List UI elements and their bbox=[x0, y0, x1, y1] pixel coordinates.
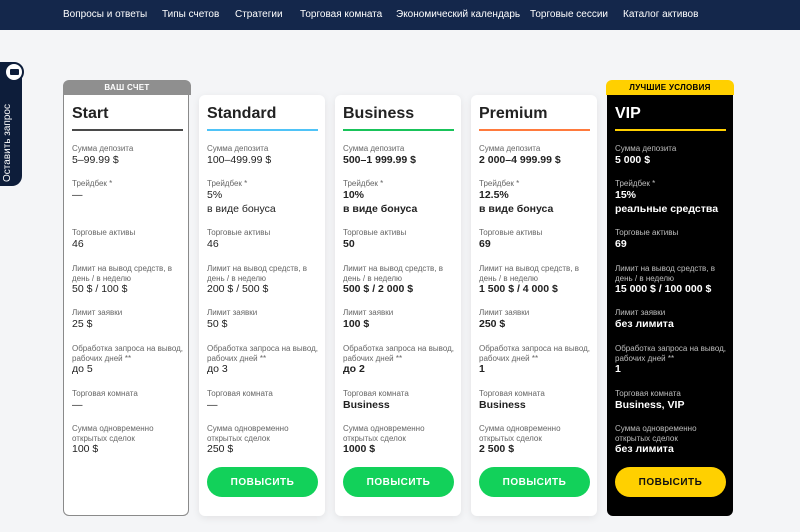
open-trades-value: без лимита bbox=[615, 443, 674, 455]
order-value: 100 $ bbox=[343, 318, 370, 330]
upgrade-button-vip[interactable]: ПОВЫСИТЬ bbox=[615, 467, 726, 497]
processing-label: Обработка запроса на вывод, рабочих дней… bbox=[343, 344, 455, 363]
withdraw-value: 50 $ / 100 $ bbox=[72, 283, 128, 295]
withdraw-label: Лимит на вывод средств, в день / в недел… bbox=[615, 264, 715, 283]
plan-divider bbox=[72, 129, 183, 131]
plan-title: Standard bbox=[207, 105, 277, 122]
plan-divider bbox=[479, 129, 590, 131]
plan-title: Premium bbox=[479, 105, 548, 122]
plan-card-vip: VIP Сумма депозита 5 000 $ Трейдбек * 15… bbox=[607, 95, 733, 516]
withdraw-value: 1 500 $ / 4 000 $ bbox=[479, 283, 558, 295]
assets-value: 69 bbox=[615, 238, 627, 250]
nav-asset-catalog[interactable]: Каталог активов bbox=[623, 9, 698, 20]
room-value: — bbox=[207, 399, 218, 411]
processing-value: до 2 bbox=[343, 363, 365, 375]
deposit-value: 2 000–4 999.99 $ bbox=[479, 154, 561, 166]
your-account-ribbon: ВАШ СЧЕТ bbox=[63, 80, 191, 95]
order-value: без лимита bbox=[615, 318, 674, 330]
tradeback-type: реальные средства bbox=[615, 203, 719, 215]
withdraw-value: 200 $ / 500 $ bbox=[207, 283, 269, 295]
processing-value: 1 bbox=[615, 363, 621, 375]
nav-account-types[interactable]: Типы счетов bbox=[162, 9, 219, 20]
withdraw-label: Лимит на вывод средств, в день / в недел… bbox=[479, 264, 579, 283]
withdraw-label: Лимит на вывод средств, в день / в недел… bbox=[72, 264, 172, 283]
tradeback-value: — bbox=[72, 189, 83, 201]
order-value: 50 $ bbox=[207, 318, 228, 330]
tradeback-value: 10% bbox=[343, 189, 365, 201]
processing-label: Обработка запроса на вывод, рабочих дней… bbox=[207, 344, 319, 363]
plan-divider bbox=[207, 129, 318, 131]
processing-value: до 5 bbox=[72, 363, 93, 375]
nav-trading-room[interactable]: Торговая комната bbox=[300, 9, 382, 20]
room-value: Business bbox=[479, 399, 526, 411]
processing-value: до 3 bbox=[207, 363, 228, 375]
best-conditions-ribbon: ЛУЧШИЕ УСЛОВИЯ bbox=[606, 80, 734, 95]
withdraw-label: Лимит на вывод средств, в день / в недел… bbox=[207, 264, 307, 283]
processing-value: 1 bbox=[479, 363, 485, 375]
room-value: — bbox=[72, 399, 83, 411]
plan-title: VIP bbox=[615, 105, 641, 122]
open-trades-value: 250 $ bbox=[207, 443, 234, 455]
processing-label: Обработка запроса на вывод, рабочих дней… bbox=[72, 344, 184, 363]
processing-label: Обработка запроса на вывод, рабочих дней… bbox=[479, 344, 591, 363]
open-trades-label: Сумма одновременно открытых сделок bbox=[207, 424, 289, 443]
nav-economic-calendar[interactable]: Экономический календарь bbox=[396, 9, 520, 20]
plan-title: Business bbox=[343, 105, 415, 122]
assets-value: 46 bbox=[72, 238, 84, 250]
tradeback-type: в виде бонуса bbox=[207, 203, 276, 215]
deposit-value: 5 000 $ bbox=[615, 154, 651, 166]
plan-divider bbox=[343, 129, 454, 131]
tradeback-value: 12.5% bbox=[479, 189, 509, 201]
order-value: 250 $ bbox=[479, 318, 506, 330]
open-trades-value: 2 500 $ bbox=[479, 443, 515, 455]
open-trades-value: 1000 $ bbox=[343, 443, 376, 455]
open-trades-label: Сумма одновременно открытых сделок bbox=[343, 424, 425, 443]
open-trades-value: 100 $ bbox=[72, 443, 99, 455]
nav-strategies[interactable]: Стратегии bbox=[235, 9, 283, 20]
plan-divider bbox=[615, 129, 726, 131]
withdraw-value: 500 $ / 2 000 $ bbox=[343, 283, 414, 295]
nav-trading-sessions[interactable]: Торговые сессии bbox=[530, 9, 608, 20]
plan-card-business: Business Сумма депозита 500–1 999.99 $ Т… bbox=[335, 95, 461, 516]
assets-value: 46 bbox=[207, 238, 219, 250]
open-trades-label: Сумма одновременно открытых сделок bbox=[615, 424, 697, 443]
processing-label: Обработка запроса на вывод, рабочих дней… bbox=[615, 344, 727, 363]
withdraw-label: Лимит на вывод средств, в день / в недел… bbox=[343, 264, 443, 283]
deposit-value: 500–1 999.99 $ bbox=[343, 154, 416, 166]
plan-card-standard: Standard Сумма депозита 100–499.99 $ Тре… bbox=[199, 95, 325, 516]
mail-icon[interactable] bbox=[4, 62, 24, 82]
withdraw-value: 15 000 $ / 100 000 $ bbox=[615, 283, 712, 295]
leave-request-label: Оставить запрос bbox=[2, 104, 13, 182]
plan-title: Start bbox=[72, 105, 109, 122]
open-trades-label: Сумма одновременно открытых сделок bbox=[72, 424, 154, 443]
assets-value: 69 bbox=[479, 238, 491, 250]
plan-card-premium: Premium Сумма депозита 2 000–4 999.99 $ … bbox=[471, 95, 597, 516]
upgrade-button-standard[interactable]: ПОВЫСИТЬ bbox=[207, 467, 318, 497]
room-value: Business bbox=[343, 399, 390, 411]
nav-faq[interactable]: Вопросы и ответы bbox=[63, 9, 147, 20]
order-value: 25 $ bbox=[72, 318, 93, 330]
deposit-value: 5–99.99 $ bbox=[72, 154, 119, 166]
upgrade-button-business[interactable]: ПОВЫСИТЬ bbox=[343, 467, 454, 497]
tradeback-value: 5% bbox=[207, 189, 223, 201]
deposit-value: 100–499.99 $ bbox=[207, 154, 272, 166]
tradeback-type: в виде бонуса bbox=[479, 203, 554, 215]
room-value: Business, VIP bbox=[615, 399, 685, 411]
upgrade-button-premium[interactable]: ПОВЫСИТЬ bbox=[479, 467, 590, 497]
tradeback-value: 15% bbox=[615, 189, 637, 201]
open-trades-label: Сумма одновременно открытых сделок bbox=[479, 424, 561, 443]
top-navigation: Вопросы и ответы Типы счетов Стратегии Т… bbox=[0, 0, 800, 30]
tradeback-type: в виде бонуса bbox=[343, 203, 418, 215]
assets-value: 50 bbox=[343, 238, 355, 250]
plan-card-start: Start Сумма депозита 5–99.99 $ Трейдбек … bbox=[63, 95, 189, 516]
